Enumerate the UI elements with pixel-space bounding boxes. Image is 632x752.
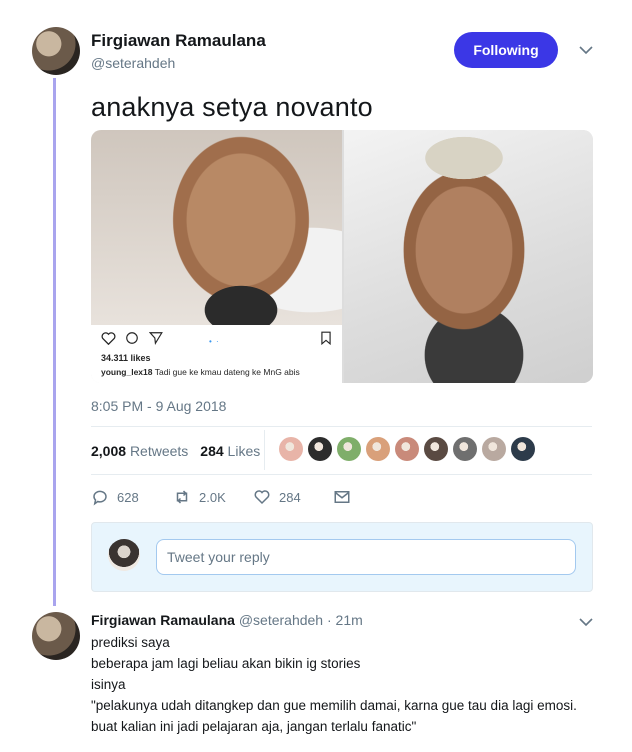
retweets-stat[interactable]: 2,008 Retweets bbox=[91, 443, 188, 459]
instagram-screenshot-image[interactable]: • · 34.311 likes young_lex18 Tadi gue ke… bbox=[91, 130, 342, 383]
retweet-button[interactable]: 2.0K bbox=[173, 488, 226, 506]
author-name[interactable]: Firgiawan Ramaulana bbox=[91, 31, 266, 51]
tweet-text: anaknya setya novanto bbox=[91, 92, 373, 122]
instagram-likes: 34.311 likes bbox=[101, 353, 151, 363]
instagram-action-bar: • · 34.311 likes young_lex18 Tadi gue ke… bbox=[91, 325, 342, 383]
reply-icon bbox=[93, 490, 107, 506]
reply-button[interactable]: 628 bbox=[91, 488, 139, 506]
chevron-down-icon[interactable] bbox=[577, 613, 595, 631]
envelope-icon bbox=[334, 491, 350, 503]
liker-avatar[interactable] bbox=[279, 437, 303, 461]
carousel-dots: • · bbox=[209, 337, 220, 346]
liker-avatar[interactable] bbox=[308, 437, 332, 461]
liker-avatar[interactable] bbox=[453, 437, 477, 461]
stats-separator bbox=[264, 430, 265, 470]
liker-avatar[interactable] bbox=[482, 437, 506, 461]
liker-avatar[interactable] bbox=[424, 437, 448, 461]
reply-line: beberapa jam lagi beliau akan bikin ig s… bbox=[91, 656, 361, 671]
reply-author-avatar[interactable] bbox=[32, 612, 80, 660]
author-handle[interactable]: @seterahdeh bbox=[91, 55, 175, 71]
reply-text: prediksi saya beberapa jam lagi beliau a… bbox=[91, 632, 591, 737]
author-avatar[interactable] bbox=[32, 27, 80, 75]
reply-author-name[interactable]: Firgiawan Ramaulana bbox=[91, 612, 235, 628]
likes-label: Likes bbox=[227, 443, 261, 459]
reply-line: prediksi saya bbox=[91, 635, 170, 650]
divider bbox=[91, 426, 592, 427]
tweet-stats: 2,008 Retweets 284 Likes bbox=[91, 430, 265, 470]
current-user-avatar[interactable] bbox=[108, 539, 140, 571]
retweets-count: 2,008 bbox=[91, 443, 127, 459]
retweet-count: 2.0K bbox=[199, 489, 226, 505]
liker-avatar[interactable] bbox=[511, 437, 535, 461]
retweet-icon bbox=[176, 490, 188, 504]
face-photo-right[interactable] bbox=[344, 130, 593, 383]
tweet-timestamp[interactable]: 8:05 PM - 9 Aug 2018 bbox=[91, 398, 226, 414]
divider bbox=[91, 474, 592, 475]
likers-avatars[interactable] bbox=[279, 437, 535, 461]
bookmark-icon bbox=[320, 331, 332, 348]
direct-message-button[interactable] bbox=[333, 488, 351, 506]
reply-line: isinya bbox=[91, 677, 126, 692]
retweets-label: Retweets bbox=[129, 443, 189, 459]
reply-line: "pelakunya udah ditangkep dan gue memili… bbox=[91, 698, 577, 713]
reply-count: 628 bbox=[117, 489, 139, 505]
face-photo-left bbox=[91, 130, 342, 325]
like-button[interactable]: 284 bbox=[253, 488, 301, 506]
thread-connector-line bbox=[53, 78, 56, 606]
instagram-caption-user: young_lex18 bbox=[101, 367, 153, 377]
heart-icon bbox=[101, 331, 116, 348]
chevron-down-icon[interactable] bbox=[577, 41, 595, 59]
reply-author-handle[interactable]: @seterahdeh bbox=[239, 612, 323, 628]
like-count: 284 bbox=[279, 489, 301, 505]
liker-avatar[interactable] bbox=[337, 437, 361, 461]
reply-input[interactable] bbox=[156, 539, 576, 575]
instagram-caption: young_lex18 Tadi gue ke kmau dateng ke M… bbox=[101, 367, 300, 377]
liker-avatar[interactable] bbox=[366, 437, 390, 461]
reply-time[interactable]: · 21m bbox=[327, 612, 363, 628]
comment-icon bbox=[125, 331, 139, 348]
instagram-caption-text: Tadi gue ke kmau dateng ke MnG abis bbox=[154, 367, 300, 377]
tweet-media[interactable]: • · 34.311 likes young_lex18 Tadi gue ke… bbox=[91, 130, 593, 383]
likes-count: 284 bbox=[200, 443, 224, 459]
send-icon bbox=[148, 331, 163, 348]
likes-stat[interactable]: 284 Likes bbox=[200, 443, 260, 459]
heart-icon bbox=[254, 490, 270, 505]
liker-avatar[interactable] bbox=[395, 437, 419, 461]
following-button[interactable]: Following bbox=[454, 32, 558, 68]
reply-header: Firgiawan Ramaulana @seterahdeh · 21m bbox=[91, 612, 363, 628]
reply-compose-box bbox=[91, 522, 593, 592]
reply-line: buat kalian ini jadi pelajaran aja, jang… bbox=[91, 719, 417, 734]
